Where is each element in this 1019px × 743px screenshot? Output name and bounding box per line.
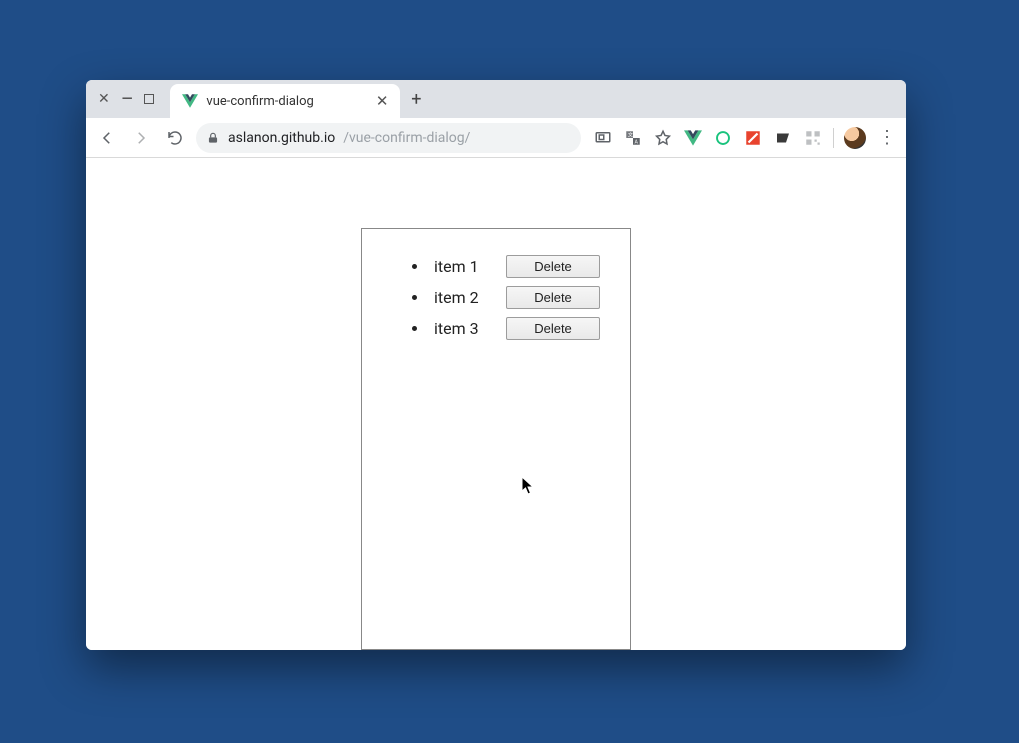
toolbar-extensions: 文A ⋮ xyxy=(589,127,898,149)
tab-strip: ✕ — vue-confirm-dialog ✕ + xyxy=(86,80,906,118)
forward-button[interactable] xyxy=(128,125,154,151)
window-minimize-icon[interactable]: — xyxy=(122,92,133,106)
browser-window: ✕ — vue-confirm-dialog ✕ + xyxy=(86,80,906,650)
toolbar-separator xyxy=(833,128,834,148)
item-label: item 1 xyxy=(412,257,479,276)
list-item: item 2 Delete xyxy=(412,282,600,313)
lock-icon xyxy=(206,131,220,145)
delete-button[interactable]: Delete xyxy=(506,255,600,278)
device-cast-icon[interactable] xyxy=(593,128,613,148)
item-label: item 2 xyxy=(412,288,479,307)
bookmark-star-icon[interactable] xyxy=(653,128,673,148)
extension-red-icon[interactable] xyxy=(743,128,763,148)
list-item: item 1 Delete xyxy=(412,251,600,282)
reload-button[interactable] xyxy=(162,125,188,151)
item-label: item 3 xyxy=(412,319,479,338)
address-bar[interactable]: aslanon.github.io/vue-confirm-dialog/ xyxy=(196,123,581,153)
back-button[interactable] xyxy=(94,125,120,151)
delete-button[interactable]: Delete xyxy=(506,286,600,309)
delete-button[interactable]: Delete xyxy=(506,317,600,340)
svg-text:A: A xyxy=(635,139,639,145)
vue-icon xyxy=(182,93,198,109)
vue-devtools-icon[interactable] xyxy=(683,128,703,148)
url-path: /vue-confirm-dialog/ xyxy=(343,130,470,146)
chrome-menu-icon[interactable]: ⋮ xyxy=(876,127,898,148)
profile-avatar[interactable] xyxy=(844,127,866,149)
extension-qr-icon[interactable] xyxy=(803,128,823,148)
tab-title: vue-confirm-dialog xyxy=(206,94,365,109)
translate-icon[interactable]: 文A xyxy=(623,128,643,148)
extension-circle-icon[interactable] xyxy=(713,128,733,148)
page-content: item 1 Delete item 2 Delete item 3 Delet… xyxy=(86,158,906,650)
window-controls: ✕ — xyxy=(92,80,164,118)
window-close-icon[interactable]: ✕ xyxy=(98,92,110,106)
new-tab-button[interactable]: + xyxy=(400,80,432,118)
window-maximize-icon[interactable] xyxy=(144,94,154,104)
browser-toolbar: aslanon.github.io/vue-confirm-dialog/ 文A xyxy=(86,118,906,158)
url-host: aslanon.github.io xyxy=(228,130,335,146)
item-list: item 1 Delete item 2 Delete item 3 Delet… xyxy=(392,251,600,344)
tab-close-icon[interactable]: ✕ xyxy=(374,92,391,110)
extension-dark-icon[interactable] xyxy=(773,128,793,148)
browser-tab[interactable]: vue-confirm-dialog ✕ xyxy=(170,84,400,118)
item-list-box: item 1 Delete item 2 Delete item 3 Delet… xyxy=(361,228,631,650)
list-item: item 3 Delete xyxy=(412,313,600,344)
